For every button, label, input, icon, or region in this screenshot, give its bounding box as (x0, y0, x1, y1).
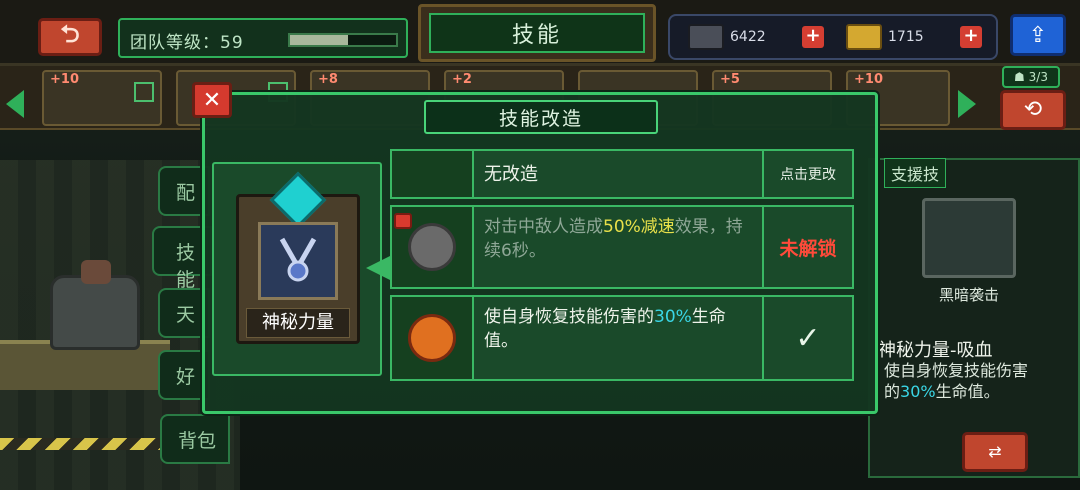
scroll-left-icon[interactable] (6, 90, 24, 118)
gear-disc-icon (408, 223, 456, 271)
share-button[interactable]: ⇪ (1010, 14, 1066, 56)
rotate-icon: ⟲ (1023, 97, 1043, 122)
skill-name: 神秘力量 (246, 308, 350, 338)
close-icon: ✕ (202, 87, 222, 113)
mod-list: 无改造 点击更改 对击中敌人造成50%减速效果，持续6秒。 未解锁 使自身恢复技… (390, 145, 854, 385)
lifesteal-icon (408, 314, 456, 362)
locked-status: 未解锁 (779, 237, 837, 260)
hero-level: +10 (50, 72, 79, 87)
check-icon: ✓ (795, 320, 821, 356)
hero-robot-sprite (50, 260, 140, 350)
back-button[interactable]: ⮌ (38, 18, 102, 56)
page-title: 技能 (429, 13, 645, 53)
gold-resource: 1715 (846, 24, 924, 50)
team-level-progress-bar (288, 33, 398, 47)
hazard-stripe (0, 438, 170, 450)
lock-icon (394, 213, 412, 229)
share-icon: ⇪ (1028, 22, 1048, 48)
pendant-icon (258, 222, 338, 300)
team-level-panel: 团队等级：59 (118, 18, 408, 58)
swap-icon: ⇄ (988, 442, 1002, 461)
cash-value: 6422 (730, 29, 766, 45)
team-count-value: 3/3 (1028, 70, 1048, 84)
hero-level: +2 (452, 72, 472, 87)
mod-row-slow: 对击中敌人造成50%减速效果，持续6秒。 未解锁 (390, 205, 854, 289)
support-skill-name: 神秘力量-吸血 (878, 340, 993, 361)
dialog-title: 技能改造 (424, 100, 658, 134)
title-plate: 技能 (418, 4, 656, 62)
gold-value: 1715 (888, 29, 924, 45)
swap-team-button[interactable]: ⟲ (1000, 90, 1066, 130)
back-arrow-icon: ⮌ (60, 19, 80, 48)
add-gold-button[interactable]: + (960, 26, 982, 48)
top-bar: ⮌ 团队等级：59 技能 6422 + 1715 + ⇪ (0, 0, 1080, 66)
close-button[interactable]: ✕ (192, 82, 232, 118)
gold-bar-icon (846, 24, 882, 50)
mod-description: 无改造 (474, 151, 764, 197)
pointer-arrow (366, 256, 390, 280)
change-mod-button[interactable]: 点击更改 (764, 151, 852, 197)
mod-row-none[interactable]: 无改造 点击更改 (390, 149, 854, 199)
cash-icon (688, 24, 724, 50)
support-skill-label: 黑暗袭击 (938, 286, 999, 304)
side-tab-label: 技能 (176, 242, 196, 291)
support-skill-icon[interactable] (922, 198, 1016, 278)
cash-resource: 6422 (688, 24, 766, 50)
mod-icon-cell (392, 151, 474, 197)
hero-level: +8 (318, 72, 338, 87)
hero-level: +10 (854, 72, 883, 87)
side-tab-label: 背包 (178, 430, 217, 452)
swap-skill-button[interactable]: ⇄ (962, 432, 1028, 472)
hero-level: +5 (720, 72, 740, 87)
side-tab-label: 天 (176, 304, 196, 326)
add-cash-button[interactable]: + (802, 26, 824, 48)
team-level-label: 团队等级：59 (130, 33, 244, 53)
support-skill-title: 支援技 (884, 158, 947, 188)
support-skill-description: 使自身恢复技能伤害的30%生命值。 (884, 361, 1029, 401)
mod-icon-cell (392, 297, 474, 379)
team-count: ☗ 3/3 (1002, 66, 1060, 88)
scroll-right-icon[interactable] (958, 90, 976, 118)
mod-description: 对击中敌人造成50%减速效果，持续6秒。 (474, 207, 764, 287)
selected-check[interactable]: ✓ (764, 297, 852, 379)
resource-panel: 6422 + 1715 + (668, 14, 998, 60)
hero-slot[interactable]: +10 (42, 70, 162, 126)
side-tab-label: 配 (176, 182, 196, 204)
side-tab-backpack[interactable]: 背包 (160, 414, 230, 464)
mod-row-lifesteal[interactable]: 使自身恢复技能伤害的30%生命值。 ✓ (390, 295, 854, 381)
hero-tag-icon (134, 82, 154, 102)
mod-icon-cell (392, 207, 474, 287)
mod-description: 使自身恢复技能伤害的30%生命值。 (474, 297, 764, 379)
side-tab-label: 好 (176, 366, 196, 388)
person-icon: ☗ (1014, 70, 1025, 84)
